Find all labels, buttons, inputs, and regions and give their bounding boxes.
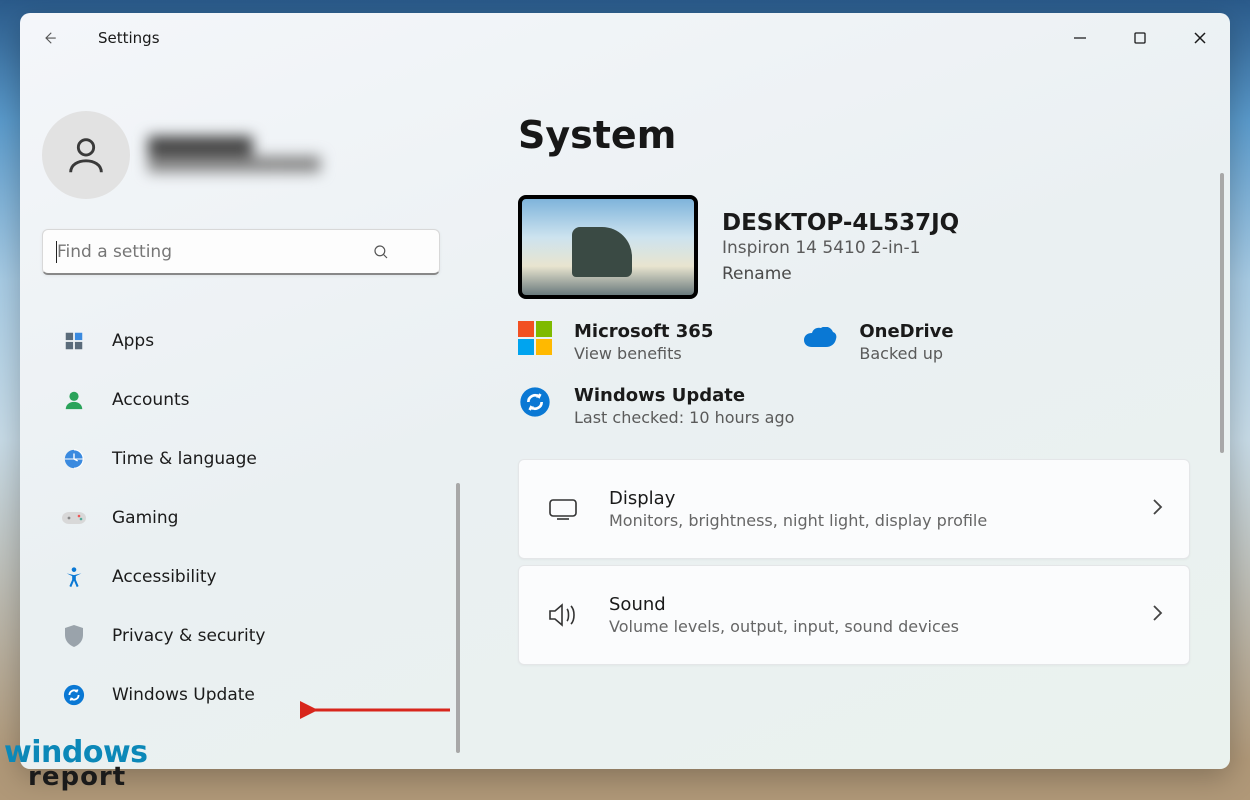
windows-update-icon	[62, 683, 86, 707]
status-sub: View benefits	[574, 344, 713, 363]
card-display[interactable]: Display Monitors, brightness, night ligh…	[518, 459, 1190, 559]
shield-icon	[62, 624, 86, 648]
status-onedrive[interactable]: OneDrive Backed up	[803, 321, 953, 363]
window-controls	[1050, 15, 1230, 61]
chevron-right-icon	[1151, 498, 1163, 520]
chevron-right-icon	[1151, 604, 1163, 626]
status-sub: Last checked: 10 hours ago	[574, 408, 794, 427]
minimize-button[interactable]	[1050, 15, 1110, 61]
gaming-icon	[62, 506, 86, 530]
window-title: Settings	[98, 29, 160, 47]
sidebar-item-accessibility[interactable]: Accessibility	[42, 549, 438, 604]
status-title: Windows Update	[574, 385, 794, 406]
minimize-icon	[1073, 31, 1087, 45]
nav-list: Apps Accounts Time & language	[42, 313, 438, 722]
card-sub: Monitors, brightness, night light, displ…	[609, 511, 987, 530]
search-input[interactable]	[42, 229, 440, 275]
apps-icon	[62, 329, 86, 353]
sidebar-item-label: Privacy & security	[112, 626, 266, 646]
pc-model: Inspiron 14 5410 2-in-1	[722, 238, 959, 258]
maximize-icon	[1133, 31, 1147, 45]
page-title: System	[518, 113, 1190, 157]
device-section: DESKTOP-4L537JQ Inspiron 14 5410 2-in-1 …	[518, 195, 1190, 299]
accessibility-icon	[62, 565, 86, 589]
close-button[interactable]	[1170, 15, 1230, 61]
sidebar-item-label: Time & language	[112, 449, 257, 469]
status-grid: Microsoft 365 View benefits OneDrive Bac…	[518, 321, 1190, 363]
titlebar: Settings	[20, 13, 1230, 63]
sidebar-item-label: Apps	[112, 331, 154, 351]
sidebar-item-label: Windows Update	[112, 685, 255, 705]
main-content: System DESKTOP-4L537JQ Inspiron 14 5410 …	[460, 63, 1230, 769]
sidebar-item-label: Accounts	[112, 390, 190, 410]
status-ms365[interactable]: Microsoft 365 View benefits	[518, 321, 713, 363]
avatar	[42, 111, 130, 199]
sound-icon	[545, 597, 581, 633]
card-title: Sound	[609, 594, 959, 615]
sidebar-item-apps[interactable]: Apps	[42, 313, 438, 368]
sidebar-item-label: Gaming	[112, 508, 178, 528]
device-wallpaper-thumb	[518, 195, 698, 299]
status-title: OneDrive	[859, 321, 953, 342]
rename-link[interactable]: Rename	[722, 264, 959, 284]
card-sound[interactable]: Sound Volume levels, output, input, soun…	[518, 565, 1190, 665]
device-info: DESKTOP-4L537JQ Inspiron 14 5410 2-in-1 …	[722, 210, 959, 284]
arrow-left-icon	[40, 29, 58, 47]
sidebar-item-windows-update[interactable]: Windows Update	[42, 667, 438, 722]
close-icon	[1193, 31, 1207, 45]
sidebar-item-gaming[interactable]: Gaming	[42, 490, 438, 545]
microsoft-logo-icon	[518, 321, 552, 355]
card-sub: Volume levels, output, input, sound devi…	[609, 617, 959, 636]
pc-name: DESKTOP-4L537JQ	[722, 210, 959, 236]
onedrive-icon	[803, 321, 837, 355]
search-wrap	[42, 229, 438, 275]
settings-window: Settings ████████ ████████████████	[20, 13, 1230, 769]
profile-text-redacted: ████████ ████████████████	[148, 137, 320, 173]
status-windows-update[interactable]: Windows Update Last checked: 10 hours ag…	[518, 385, 1190, 427]
sidebar-item-accounts[interactable]: Accounts	[42, 372, 438, 427]
person-icon	[63, 132, 109, 178]
card-title: Display	[609, 488, 987, 509]
sidebar: ████████ ████████████████ Apps	[20, 63, 460, 769]
back-button[interactable]	[26, 15, 72, 61]
profile-section[interactable]: ████████ ████████████████	[42, 111, 438, 199]
sidebar-item-label: Accessibility	[112, 567, 217, 587]
settings-card-list: Display Monitors, brightness, night ligh…	[518, 459, 1190, 665]
sidebar-item-privacy-security[interactable]: Privacy & security	[42, 608, 438, 663]
maximize-button[interactable]	[1110, 15, 1170, 61]
update-icon	[518, 385, 552, 419]
status-title: Microsoft 365	[574, 321, 713, 342]
text-caret	[56, 241, 57, 263]
display-icon	[545, 491, 581, 527]
time-language-icon	[62, 447, 86, 471]
status-sub: Backed up	[859, 344, 953, 363]
main-scrollbar[interactable]	[1220, 173, 1224, 453]
sidebar-item-time-language[interactable]: Time & language	[42, 431, 438, 486]
accounts-icon	[62, 388, 86, 412]
